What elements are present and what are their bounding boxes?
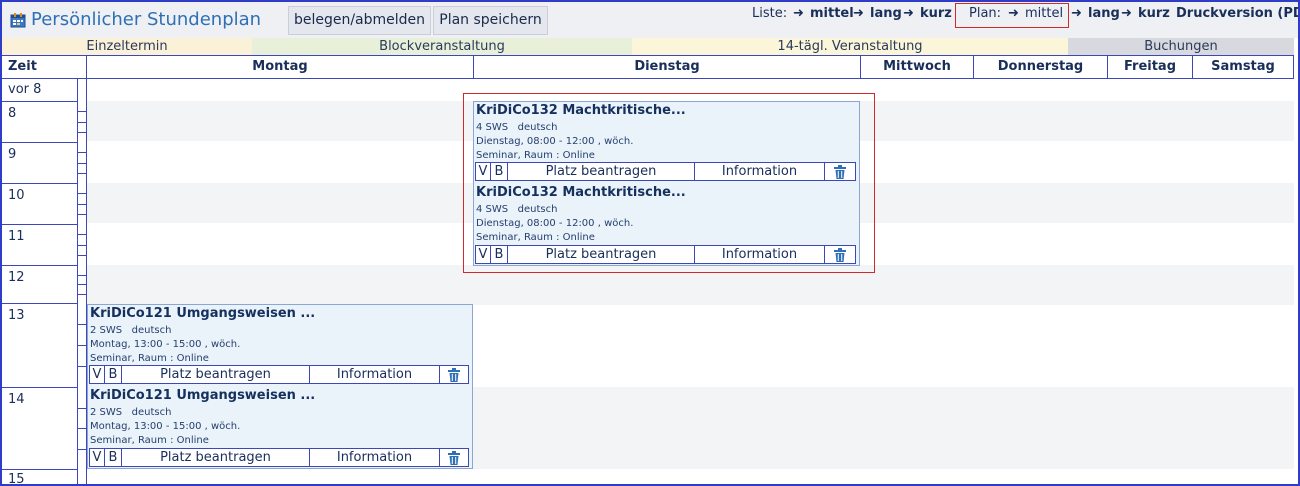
- plan-kurz-link[interactable]: kurz: [1138, 6, 1170, 21]
- quarter-tick: [77, 234, 87, 235]
- hour-label: 12: [2, 265, 77, 303]
- information-button[interactable]: Information: [310, 449, 440, 466]
- event-time: Montag, 13:00 - 15:00 , wöch.: [90, 339, 241, 350]
- calendar-icon: [10, 13, 26, 28]
- legend-buchungen: Buchungen: [1068, 38, 1294, 55]
- event-sws-lang: 2 SWS deutsch: [90, 325, 171, 336]
- column-header-donnerstag: Donnerstag: [973, 56, 1107, 78]
- arrow-right-icon: ➜: [1071, 6, 1082, 21]
- liste-mittel-link[interactable]: mittel: [810, 6, 854, 21]
- v-button[interactable]: V: [90, 366, 105, 383]
- event-type-room: Seminar, Raum : Online: [90, 353, 209, 364]
- event-block-montag[interactable]: KriDiCo121 Umgangsweisen ... 2 SWS deuts…: [87, 304, 473, 469]
- hour-label: 11: [2, 224, 77, 265]
- hour-label: 13: [2, 303, 77, 387]
- b-button[interactable]: B: [105, 449, 122, 466]
- column-header-freitag: Freitag: [1107, 56, 1192, 78]
- quarter-tick: [77, 324, 87, 325]
- hour-label: 8: [2, 101, 77, 142]
- legend-14-taegl: 14-tägl. Veranstaltung: [632, 38, 1068, 55]
- event-language: deutsch: [131, 325, 172, 336]
- column-header-dienstag: Dienstag: [473, 56, 860, 78]
- trash-icon[interactable]: [440, 366, 468, 383]
- event-title[interactable]: KriDiCo121 Umgangsweisen ...: [90, 388, 315, 403]
- event-card[interactable]: KriDiCo121 Umgangsweisen ... 2 SWS deuts…: [88, 387, 472, 469]
- event-sws: 2 SWS: [90, 325, 123, 336]
- column-header-zeit: Zeit: [8, 59, 37, 74]
- event-type-room: Seminar, Raum : Online: [90, 435, 209, 446]
- hour-label: vor 8: [8, 82, 42, 97]
- arrow-right-icon: ➜: [793, 6, 804, 21]
- event-card[interactable]: KriDiCo121 Umgangsweisen ... 2 SWS deuts…: [88, 305, 472, 387]
- quarter-tick: [77, 449, 87, 450]
- quarter-tick: [77, 275, 87, 276]
- legend-einzeltermin: Einzeltermin: [2, 38, 252, 55]
- time-column-divider: [77, 79, 78, 484]
- plan-label: Plan:: [969, 6, 1002, 21]
- quarter-tick: [77, 245, 87, 246]
- arrow-right-icon: ➜: [1008, 6, 1019, 21]
- header-bar: Persönlicher Stundenplan belegen/abmelde…: [2, 2, 1298, 38]
- plan-mittel-link[interactable]: mittel: [1025, 6, 1063, 21]
- quarter-tick: [77, 408, 87, 409]
- quarter-tick: [77, 152, 87, 153]
- arrow-right-icon: ➜: [853, 6, 864, 21]
- quarter-tick: [77, 111, 87, 112]
- event-action-bar: V B Platz beantragen Information: [89, 448, 469, 467]
- page-title: Persönlicher Stundenplan: [31, 9, 262, 30]
- arrow-right-icon: ➜: [1121, 6, 1132, 21]
- event-sws: 2 SWS: [90, 407, 123, 418]
- druckversion-link[interactable]: Druckversion (PDF): [1176, 6, 1298, 21]
- v-button[interactable]: V: [90, 449, 105, 466]
- belegen-abmelden-button[interactable]: belegen/abmelden: [288, 6, 431, 35]
- hour-label: 9: [2, 142, 77, 183]
- event-time: Montag, 13:00 - 15:00 , wöch.: [90, 421, 241, 432]
- event-language: deutsch: [131, 407, 172, 418]
- hour-label: 14: [2, 387, 77, 469]
- hour-label: 15: [2, 469, 77, 484]
- plan-lang-link[interactable]: lang: [1088, 6, 1120, 21]
- information-button[interactable]: Information: [310, 366, 440, 383]
- quarter-tick: [77, 204, 87, 205]
- quarter-tick: [77, 294, 87, 295]
- quarter-tick: [77, 284, 87, 285]
- legend-blockveranstaltung: Blockveranstaltung: [252, 38, 632, 55]
- platz-beantragen-button[interactable]: Platz beantragen: [122, 366, 310, 383]
- quarter-tick: [77, 255, 87, 256]
- event-title[interactable]: KriDiCo121 Umgangsweisen ...: [90, 306, 315, 321]
- quarter-tick: [77, 132, 87, 133]
- quarter-tick: [77, 163, 87, 164]
- quarter-tick: [77, 214, 87, 215]
- selection-highlight: [463, 93, 875, 273]
- event-action-bar: V B Platz beantragen Information: [89, 365, 469, 384]
- platz-beantragen-button[interactable]: Platz beantragen: [122, 449, 310, 466]
- hour-label: 10: [2, 183, 77, 224]
- liste-label: Liste:: [752, 6, 788, 21]
- day-header-row: Zeit Montag Dienstag Mittwoch Donnerstag…: [2, 55, 1294, 79]
- quarter-tick: [77, 122, 87, 123]
- quarter-tick: [77, 428, 87, 429]
- trash-icon[interactable]: [440, 449, 468, 466]
- quarter-tick: [77, 345, 87, 346]
- column-header-mittwoch: Mittwoch: [860, 56, 973, 78]
- column-header-samstag: Samstag: [1192, 56, 1294, 78]
- column-header-montag: Montag: [86, 56, 473, 78]
- quarter-tick: [77, 193, 87, 194]
- plan-speichern-button[interactable]: Plan speichern: [433, 6, 548, 35]
- liste-lang-link[interactable]: lang: [870, 6, 902, 21]
- quarter-tick: [77, 366, 87, 367]
- timetable-window: Persönlicher Stundenplan belegen/abmelde…: [0, 0, 1300, 486]
- arrow-right-icon: ➜: [903, 6, 914, 21]
- b-button[interactable]: B: [105, 366, 122, 383]
- liste-kurz-link[interactable]: kurz: [920, 6, 952, 21]
- quarter-tick: [77, 173, 87, 174]
- event-sws-lang: 2 SWS deutsch: [90, 407, 171, 418]
